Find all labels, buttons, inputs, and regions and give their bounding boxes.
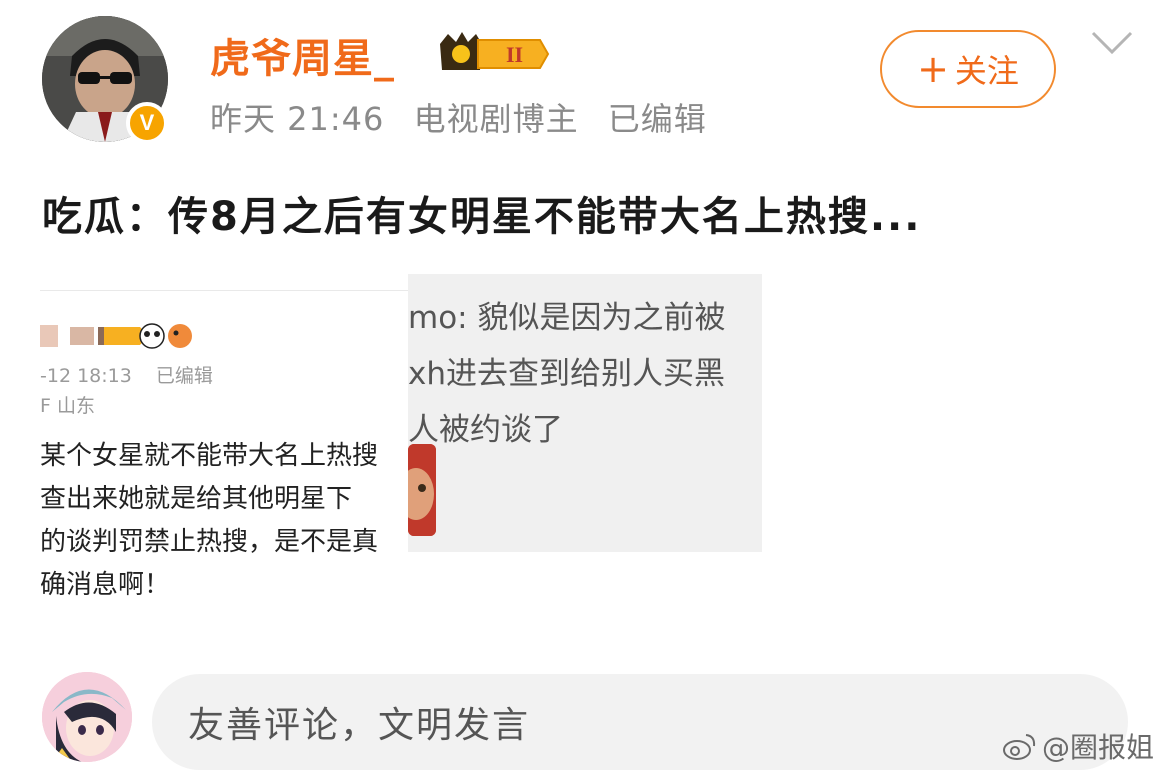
- embedded-text: 某个女星就不能带大名上热搜 查出来她就是给其他明星下 的谈判罚禁止热搜，是不是真…: [40, 435, 378, 607]
- watermark: @圈报姐: [1002, 726, 1154, 766]
- edited-label: 已编辑: [607, 100, 707, 138]
- embedded-time: -12 18:13: [40, 365, 132, 387]
- current-user-avatar[interactable]: [42, 672, 132, 762]
- embedded-line: 人被约谈了: [408, 412, 563, 448]
- post-time: 昨天 21:46: [210, 100, 385, 138]
- author-name[interactable]: 虎爷周星_: [210, 26, 395, 84]
- embedded-line: mo: 貌似是因为之前被: [408, 300, 726, 336]
- verified-badge-icon: V: [126, 102, 168, 144]
- embedded-user-row: [40, 321, 240, 351]
- follow-button[interactable]: + 关注: [880, 30, 1056, 108]
- comment-input[interactable]: 友善评论，文明发言: [152, 674, 1128, 770]
- post-text: 吃瓜：传8月之后有女明星不能带大名上热搜...: [42, 194, 922, 240]
- embedded-line: 查出来她就是给其他明星下: [40, 484, 353, 514]
- weibo-logo-icon: [1003, 734, 1036, 760]
- embedded-line: 某个女星就不能带大名上热搜: [40, 441, 379, 471]
- embedded-line: xh进去查到给别人买黑: [408, 356, 725, 392]
- plus-icon: +: [917, 47, 949, 91]
- embedded-line: 确消息啊！: [40, 570, 171, 600]
- svg-text:II: II: [506, 42, 523, 67]
- embedded-line: 的谈判罚禁止热搜，是不是真: [40, 527, 379, 557]
- post-image-right[interactable]: mo: 貌似是因为之前被 xh进去查到给别人买黑 人被约谈了: [408, 274, 762, 552]
- chevron-down-icon[interactable]: [1090, 30, 1134, 56]
- sticker-icon: [408, 444, 436, 536]
- post-image-left[interactable]: -12 18:13 已编辑 F 山东 某个女星就不能带大名上热搜 查出来她就是给…: [40, 290, 408, 611]
- embedded-chat-text: mo: 貌似是因为之前被 xh进去查到给别人买黑 人被约谈了: [408, 290, 725, 458]
- follow-label: 关注: [954, 52, 1019, 90]
- watermark-text: @圈报姐: [1042, 731, 1155, 764]
- author-tag: 电视剧博主: [413, 100, 579, 138]
- embedded-edited: 已编辑: [155, 365, 213, 387]
- post-meta: 昨天 21:46 电视剧博主 已编辑: [210, 94, 725, 140]
- embedded-meta: -12 18:13 已编辑: [40, 361, 231, 388]
- vip-level-badge-icon: II: [440, 32, 550, 70]
- embedded-location: F 山东: [40, 395, 95, 417]
